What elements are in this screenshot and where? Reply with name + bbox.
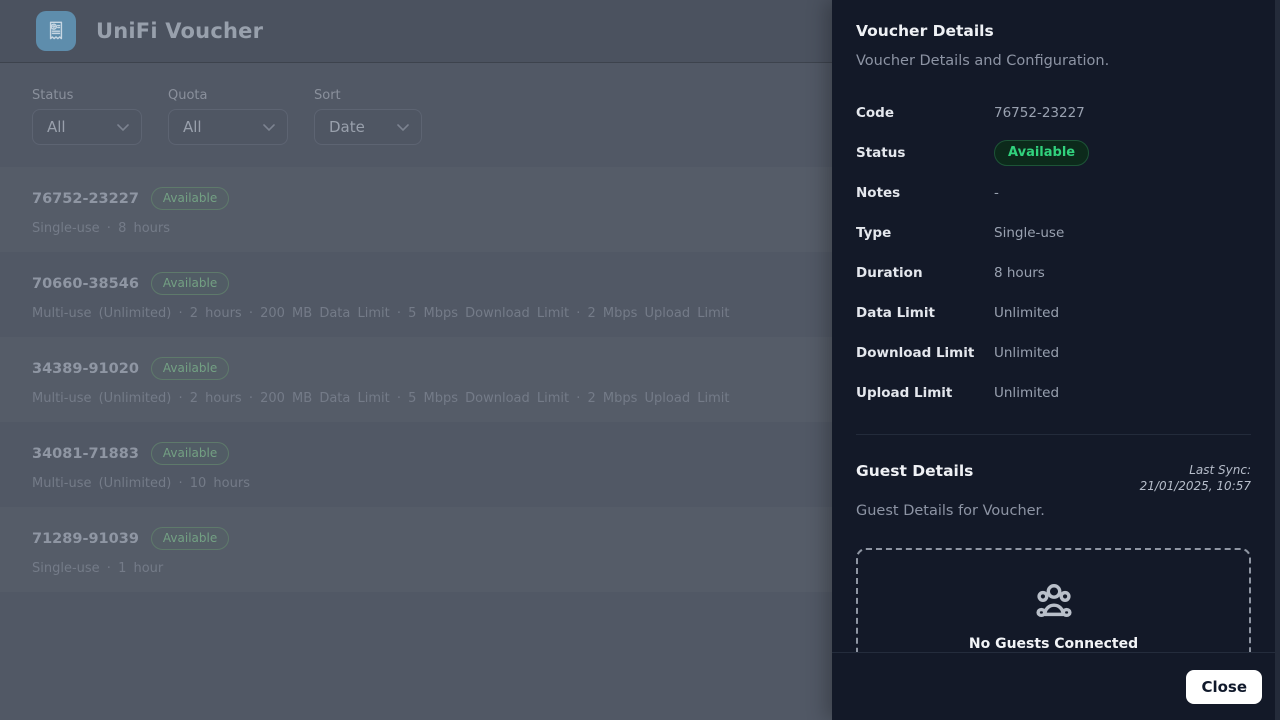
no-guests-text: No Guests Connected (858, 636, 1249, 652)
last-sync: Last Sync: 21/01/2025, 10:57 (1140, 462, 1251, 494)
field-label: Notes (856, 185, 994, 201)
field-value: 76752-23227 (994, 105, 1085, 121)
field-label: Data Limit (856, 305, 994, 321)
drawer-scrollbar[interactable] (1275, 0, 1280, 720)
no-guests-panel: No Guests Connected (856, 548, 1251, 652)
voucher-fields: Code 76752-23227 Status Available Notes … (856, 93, 1251, 413)
field-row-data-limit: Data Limit Unlimited (856, 293, 1251, 333)
field-value: 8 hours (994, 265, 1045, 281)
field-value: Unlimited (994, 345, 1059, 361)
status-badge: Available (994, 140, 1089, 166)
field-row-notes: Notes - (856, 173, 1251, 213)
last-sync-value: 21/01/2025, 10:57 (1140, 478, 1251, 494)
field-row-download-limit: Download Limit Unlimited (856, 333, 1251, 373)
field-label: Upload Limit (856, 385, 994, 401)
field-value: Single-use (994, 225, 1064, 241)
last-sync-label: Last Sync: (1140, 462, 1251, 478)
field-label: Code (856, 105, 994, 121)
drawer-subtitle: Voucher Details and Configuration. (856, 53, 1251, 69)
field-label: Type (856, 225, 994, 241)
field-row-type: Type Single-use (856, 213, 1251, 253)
field-label: Status (856, 145, 994, 161)
field-label: Download Limit (856, 345, 994, 361)
field-value: - (994, 185, 999, 201)
field-value: Unlimited (994, 305, 1059, 321)
field-label: Duration (856, 265, 994, 281)
voucher-details-drawer: Voucher Details Voucher Details and Conf… (832, 0, 1280, 720)
section-divider (856, 434, 1251, 435)
guest-section-subtitle: Guest Details for Voucher. (856, 503, 1251, 519)
field-row-code: Code 76752-23227 (856, 93, 1251, 133)
drawer-body: Voucher Details Voucher Details and Conf… (832, 0, 1275, 652)
drawer-title: Voucher Details (856, 22, 1251, 40)
field-row-duration: Duration 8 hours (856, 253, 1251, 293)
users-icon (1031, 580, 1077, 622)
drawer-footer: Close (832, 652, 1280, 720)
field-value: Unlimited (994, 385, 1059, 401)
guest-section-title: Guest Details (856, 462, 973, 480)
modal-backdrop[interactable] (0, 0, 832, 720)
field-row-status: Status Available (856, 133, 1251, 173)
field-row-upload-limit: Upload Limit Unlimited (856, 373, 1251, 413)
close-button[interactable]: Close (1186, 670, 1262, 704)
